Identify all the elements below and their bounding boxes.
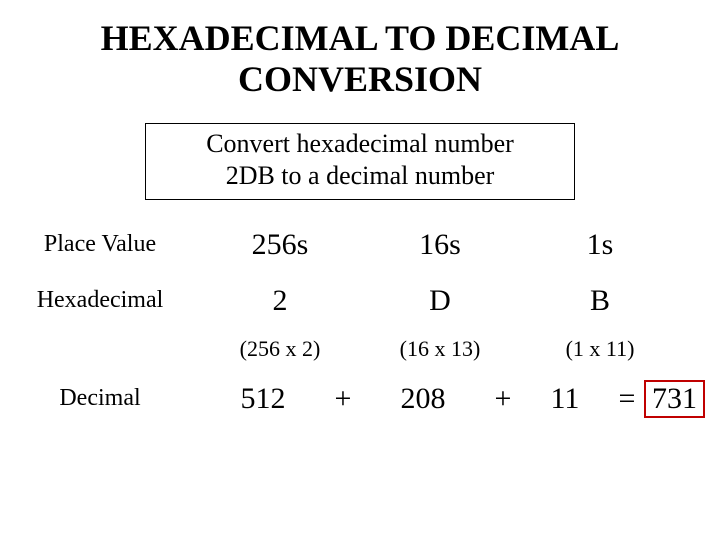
subtitle-line-1: Convert hexadecimal number <box>154 128 566 161</box>
plus-1: + <box>326 382 360 416</box>
title-line-2: CONVERSION <box>0 59 720 100</box>
dec-part-1: 208 <box>360 382 486 416</box>
result-value: 731 <box>644 380 705 418</box>
decimal-label: Decimal <box>0 385 200 412</box>
conversion-grid: Place Value 256s 16s 1s Hexadecimal 2 D … <box>0 228 720 418</box>
page-title: HEXADECIMAL TO DECIMAL CONVERSION <box>0 0 720 101</box>
calc-1: (16 x 13) <box>360 336 520 362</box>
hex-digit-0: 2 <box>200 284 360 318</box>
calculation-row: (256 x 2) (16 x 13) (1 x 11) <box>0 336 720 362</box>
decimal-result-row: Decimal 512 + 208 + 11 = 731 <box>0 380 720 418</box>
title-line-1: HEXADECIMAL TO DECIMAL <box>0 18 720 59</box>
dec-part-0: 512 <box>200 382 326 416</box>
hex-digit-1: D <box>360 284 520 318</box>
result-box: 731 <box>644 380 705 418</box>
place-value-label: Place Value <box>0 231 200 258</box>
equals-sign: = <box>610 382 644 416</box>
place-value-0: 256s <box>200 228 360 262</box>
place-value-row: Place Value 256s 16s 1s <box>0 228 720 262</box>
calc-2: (1 x 11) <box>520 336 680 362</box>
subtitle-line-2: 2DB to a decimal number <box>154 160 566 193</box>
problem-statement-box: Convert hexadecimal number 2DB to a deci… <box>145 123 575 200</box>
place-value-2: 1s <box>520 228 680 262</box>
hex-digit-2: B <box>520 284 680 318</box>
dec-part-2: 11 <box>520 382 610 416</box>
place-value-1: 16s <box>360 228 520 262</box>
hexadecimal-row: Hexadecimal 2 D B <box>0 284 720 318</box>
hexadecimal-label: Hexadecimal <box>0 287 200 314</box>
plus-2: + <box>486 382 520 416</box>
calc-0: (256 x 2) <box>200 336 360 362</box>
